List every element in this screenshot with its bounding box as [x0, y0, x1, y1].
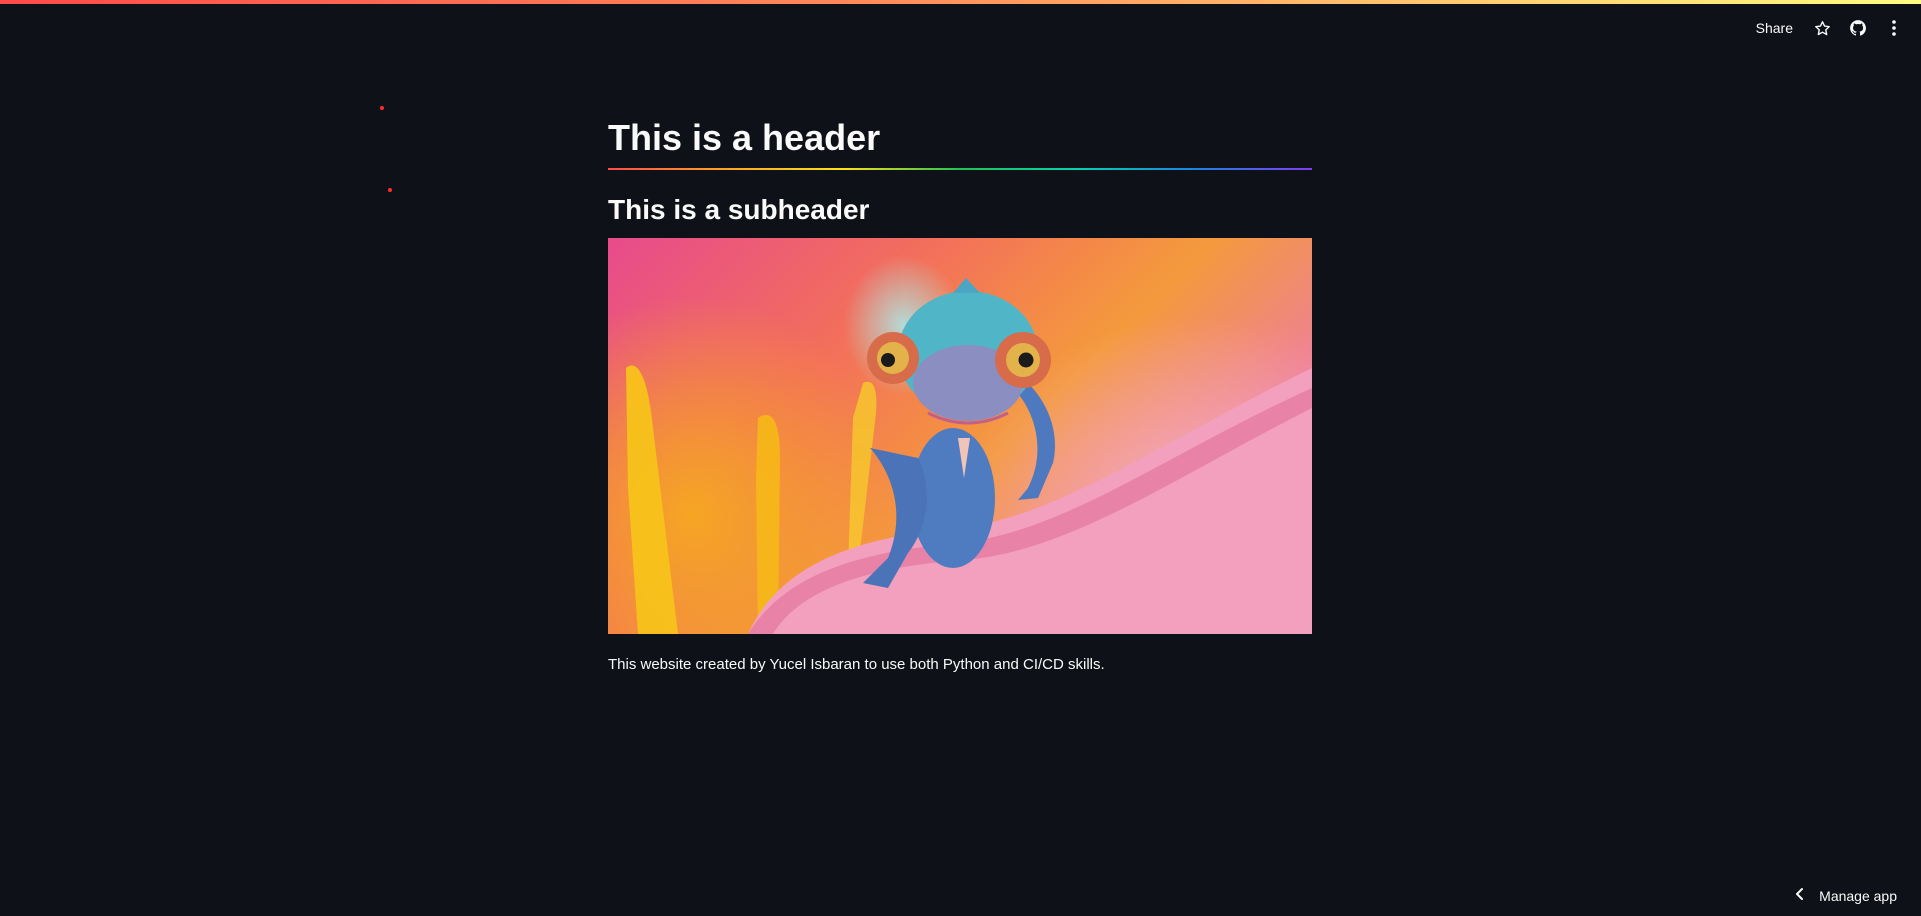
page-subheader: This is a subheader — [608, 194, 870, 225]
chevron-left-icon — [1795, 887, 1805, 904]
decorative-dot — [380, 106, 384, 110]
main-content: This is a header This is a subheader Thi… — [608, 112, 1312, 676]
decorative-dot — [388, 188, 392, 192]
github-icon[interactable] — [1845, 15, 1871, 41]
app-toolbar: Share — [1750, 16, 1907, 40]
more-vertical-icon[interactable] — [1881, 15, 1907, 41]
manage-app-label: Manage app — [1819, 887, 1897, 904]
top-decoration-stripe — [0, 0, 1921, 4]
chameleon-image — [608, 238, 1312, 634]
caption-text: This website created by Yucel Isbaran to… — [608, 656, 1105, 673]
share-button[interactable]: Share — [1750, 17, 1799, 39]
page-header: This is a header — [608, 117, 881, 158]
manage-app-button[interactable]: Manage app — [1795, 887, 1897, 904]
header-divider — [608, 168, 1312, 170]
star-icon[interactable] — [1809, 15, 1835, 41]
